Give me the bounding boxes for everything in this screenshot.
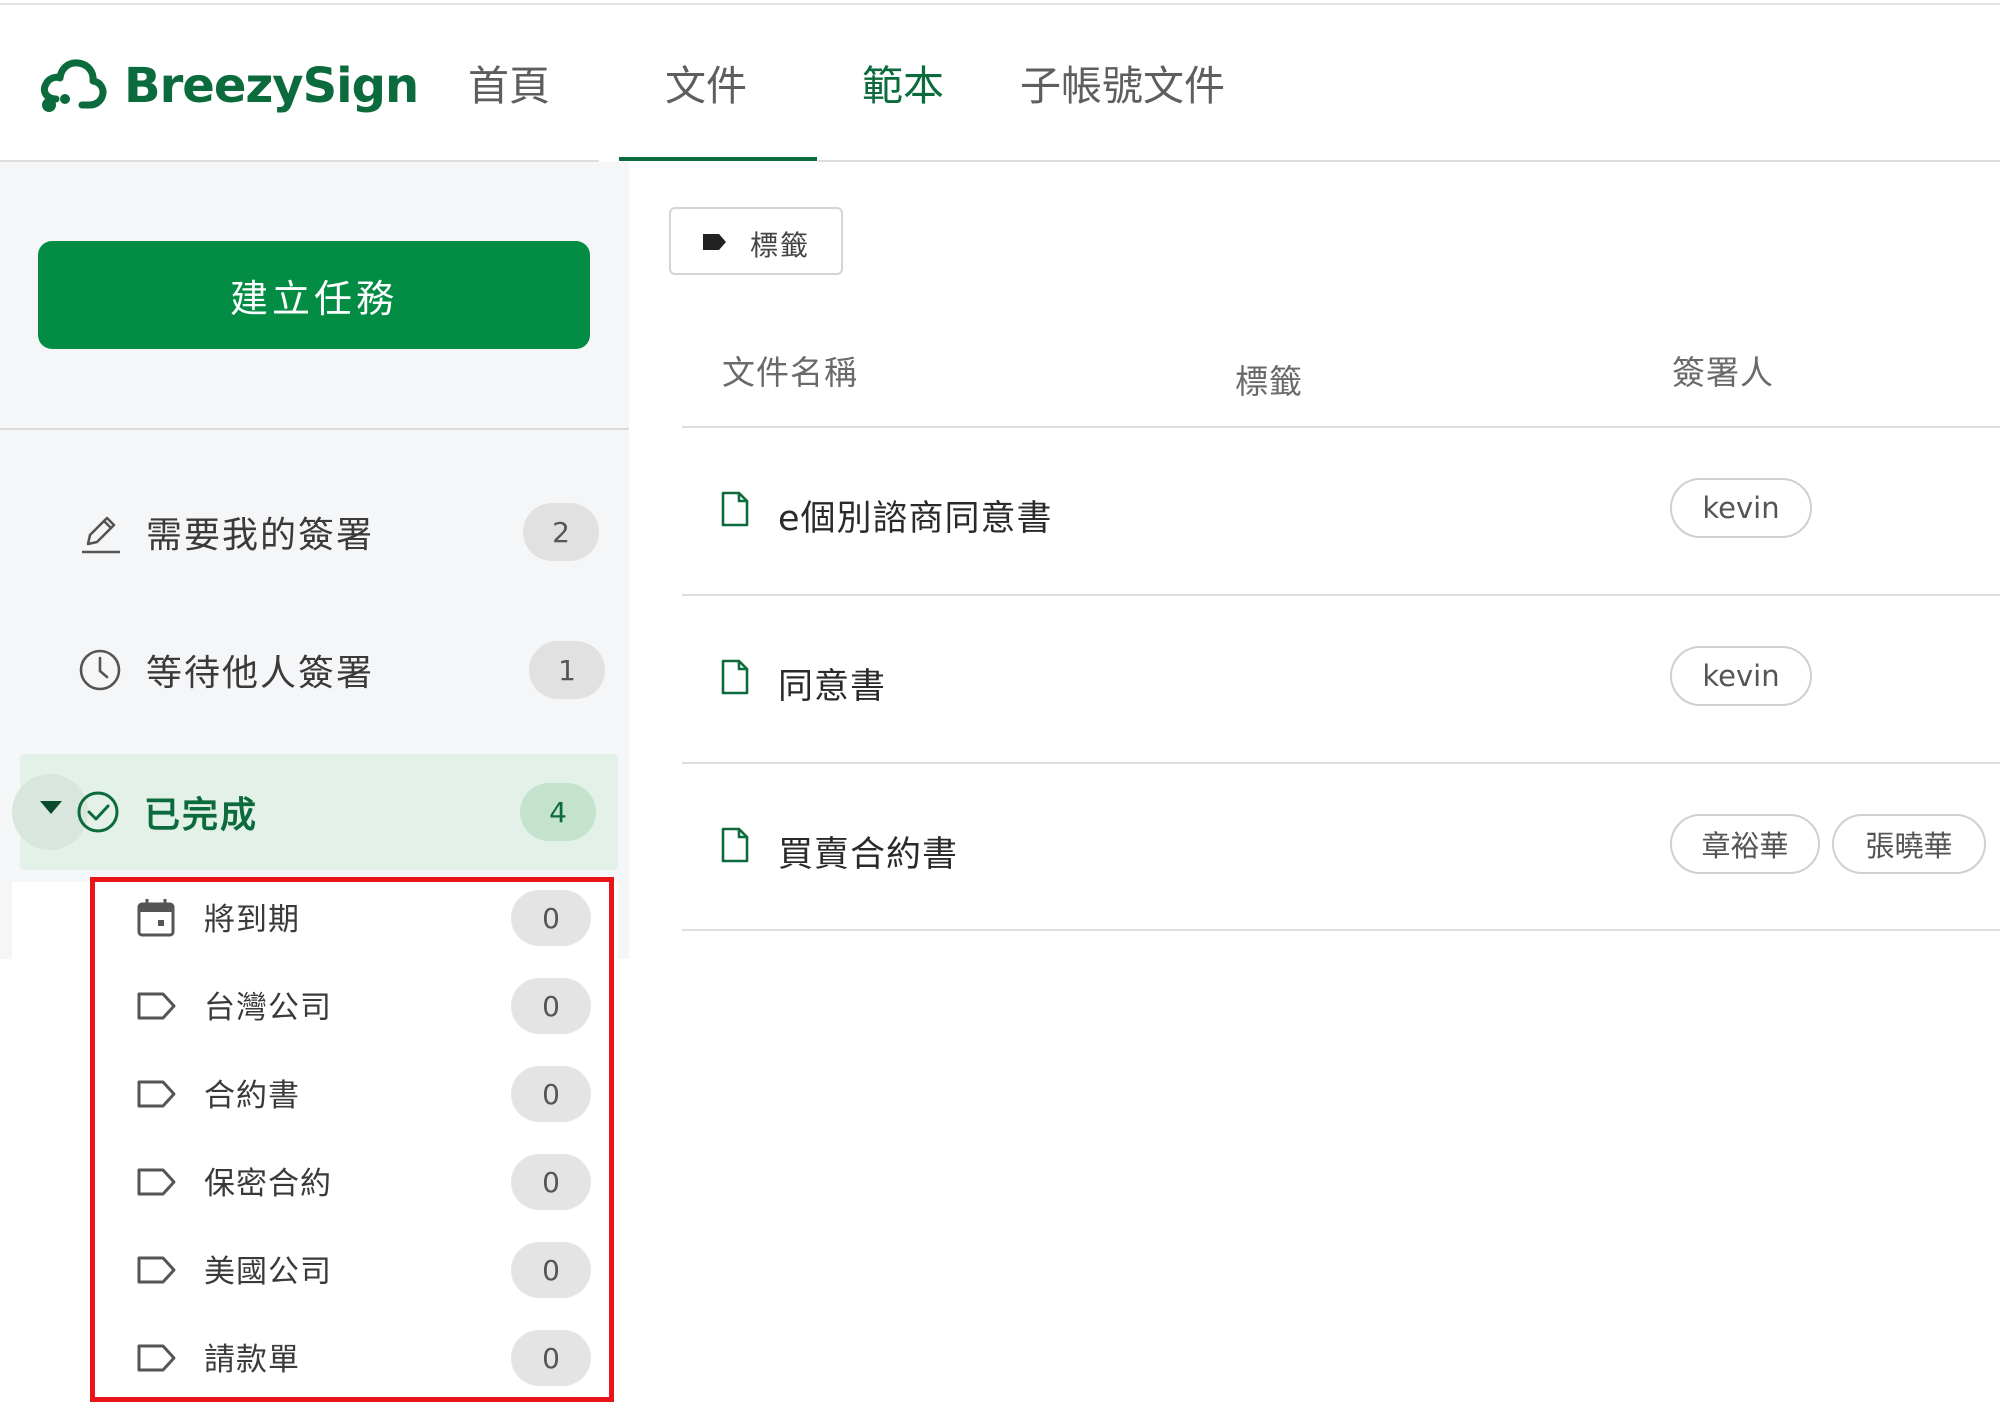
- header: BreezySign 首頁 文件 範本 子帳號文件: [0, 5, 2000, 161]
- tab-templates[interactable]: 範本: [862, 61, 944, 111]
- sidebar-subitem-label: 將到期: [204, 902, 300, 938]
- create-task-button[interactable]: 建立任務: [38, 241, 590, 349]
- signer-chip: 張曉華: [1832, 814, 1986, 874]
- signer-chip: kevin: [1670, 478, 1812, 538]
- count-badge: 0: [511, 1154, 591, 1210]
- column-header-signers[interactable]: 簽署人: [1672, 346, 1774, 394]
- brand-name: BreezySign: [124, 58, 419, 114]
- tag-icon: [137, 992, 176, 1020]
- sidebar-subitem-tag[interactable]: 請款單 0: [90, 1314, 591, 1402]
- sidebar-item-label: 需要我的簽署: [146, 515, 375, 556]
- check-circle-icon: [77, 791, 119, 833]
- document-icon: [721, 827, 749, 863]
- document-icon: [721, 659, 749, 695]
- sidebar-subitem-expiring[interactable]: 將到期 0: [90, 874, 591, 962]
- sidebar-subitem-tag[interactable]: 保密合約 0: [90, 1138, 591, 1226]
- sidebar-subitem-label: 請款單: [204, 1342, 300, 1378]
- sidebar-subitem-tag[interactable]: 合約書 0: [90, 1050, 591, 1138]
- sidebar-item-label: 等待他人簽署: [146, 653, 375, 694]
- count-badge: 0: [511, 890, 591, 946]
- signer-chip: 章裕華: [1670, 814, 1820, 874]
- sidebar-item-completed[interactable]: 已完成 4: [12, 754, 618, 870]
- tag-filter-button[interactable]: 標籤: [669, 207, 843, 275]
- count-badge: 0: [511, 1242, 591, 1298]
- sidebar-item-needs-my-signature[interactable]: 需要我的簽署 2: [0, 482, 629, 582]
- count-badge: 0: [511, 1066, 591, 1122]
- tag-filter-label: 標籤: [750, 229, 811, 262]
- tag-icon: [137, 1080, 176, 1108]
- sidebar-edge: [0, 870, 12, 958]
- column-header-tags[interactable]: 標籤: [1235, 355, 1303, 403]
- sidebar-item-awaiting-others[interactable]: 等待他人簽署 1: [0, 620, 629, 720]
- tab-documents[interactable]: 文件: [665, 61, 747, 111]
- tab-home[interactable]: 首頁: [468, 61, 550, 111]
- tab-subaccount-documents[interactable]: 子帳號文件: [1020, 61, 1225, 111]
- sidebar-item-label: 已完成: [144, 795, 259, 836]
- clock-icon: [79, 649, 121, 691]
- sidebar-subitem-label: 美國公司: [204, 1254, 332, 1290]
- count-badge: 0: [511, 978, 591, 1034]
- table-row[interactable]: 同意書 kevin: [672, 596, 2000, 762]
- count-badge: 4: [520, 783, 596, 841]
- signer-chip: kevin: [1670, 646, 1812, 706]
- header-divider: [818, 160, 2000, 162]
- count-badge: 2: [523, 503, 599, 561]
- sidebar-subitem-label: 合約書: [204, 1078, 300, 1114]
- column-header-document-name[interactable]: 文件名稱: [722, 346, 858, 394]
- document-name[interactable]: 買賣合約書: [778, 826, 958, 877]
- logo[interactable]: BreezySign: [38, 55, 419, 117]
- logo-icon: [40, 59, 107, 112]
- sidebar-divider: [0, 428, 629, 430]
- pen-icon: [82, 516, 120, 554]
- count-badge: 1: [529, 641, 605, 699]
- count-badge: 0: [511, 1330, 591, 1386]
- table-row[interactable]: 買賣合約書 章裕華 張曉華: [672, 764, 2000, 930]
- calendar-icon: [137, 899, 175, 937]
- sidebar-subitem-label: 台灣公司: [204, 990, 332, 1026]
- sidebar-subitem-tag[interactable]: 台灣公司 0: [90, 962, 591, 1050]
- tag-icon: [703, 234, 726, 250]
- tag-icon: [137, 1344, 176, 1372]
- sidebar-subitem-tag[interactable]: 美國公司 0: [90, 1226, 591, 1314]
- active-tab-indicator: [619, 157, 817, 161]
- chevron-down-icon[interactable]: [40, 801, 62, 814]
- document-name[interactable]: e個別諮商同意書: [778, 490, 1053, 541]
- tag-icon: [137, 1168, 176, 1196]
- document-name[interactable]: 同意書: [778, 658, 886, 709]
- tag-icon: [137, 1256, 176, 1284]
- table-row[interactable]: e個別諮商同意書 kevin: [672, 428, 2000, 594]
- table-divider: [682, 929, 2000, 931]
- document-icon: [721, 491, 749, 527]
- sidebar-subitem-label: 保密合約: [204, 1166, 332, 1202]
